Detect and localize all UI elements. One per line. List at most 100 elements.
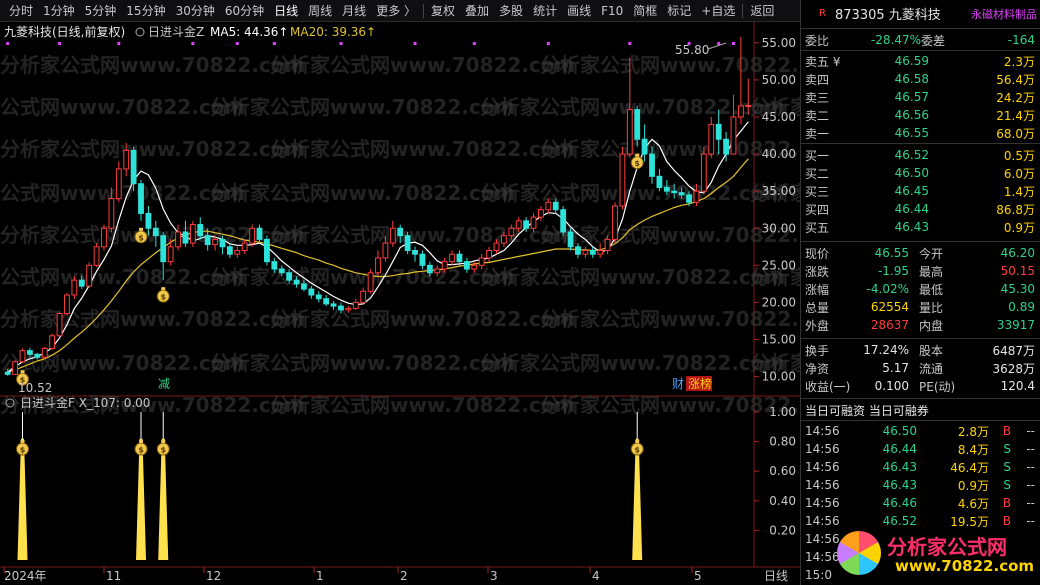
- x-tick-label: 2: [400, 569, 408, 583]
- toolbar-item-19[interactable]: 返回: [745, 2, 779, 19]
- bid-volume: 1.4万: [1003, 184, 1035, 199]
- candle-body: [323, 298, 330, 305]
- bid-label: 买四: [805, 202, 830, 217]
- x-tick-label: 1: [316, 569, 324, 583]
- bid-volume: 0.9万: [1003, 220, 1035, 235]
- high-marker: 55.80: [675, 43, 709, 57]
- watermark-text: 分析家公式网www.70822.com: [540, 393, 800, 417]
- margin-row: 当日可融资 当日可融券: [801, 401, 1040, 419]
- tick-side: S: [1003, 478, 1011, 492]
- toolbar-item-9[interactable]: 更多 〉: [371, 2, 421, 19]
- candle-body: [330, 303, 337, 307]
- candle-body: [656, 175, 663, 188]
- toolbar-item-0[interactable]: 分时: [4, 2, 38, 19]
- stat-label: 现价: [805, 246, 830, 261]
- ask-row: 卖三 46.57 24.2万: [801, 88, 1040, 106]
- candle-body: [730, 116, 737, 155]
- svg-text:$: $: [160, 293, 166, 302]
- candle-body: [123, 149, 130, 170]
- candle-body: [145, 212, 152, 229]
- tick-time: 14:56: [805, 442, 840, 456]
- panel-divider: [801, 143, 1040, 144]
- candle-body: [4, 371, 11, 375]
- toolbar-item-13[interactable]: 统计: [528, 2, 562, 19]
- x-tick-label: 3: [490, 569, 498, 583]
- signal-dot: [235, 42, 239, 45]
- candle-body: [352, 301, 359, 309]
- watermark-text: 分析家公式网www.70822.com: [270, 393, 575, 417]
- candle-body: [397, 227, 404, 237]
- fund-label: 换手: [805, 343, 830, 358]
- toolbar-item-15[interactable]: F10: [596, 4, 628, 18]
- toolbar-item-17[interactable]: 标记: [662, 2, 696, 19]
- candle-body: [78, 279, 85, 287]
- candle-body: [315, 294, 322, 300]
- toolbar-item-5[interactable]: 60分钟: [220, 2, 269, 19]
- toolbar-item-2[interactable]: 5分钟: [80, 2, 122, 19]
- tick-side: S: [1003, 442, 1011, 456]
- signal-dot: [117, 42, 121, 45]
- stat-label: 总量: [805, 300, 830, 315]
- candle-body: [693, 190, 700, 203]
- badge-zhangbang[interactable]: 涨榜: [688, 376, 712, 391]
- candle-body: [204, 235, 211, 246]
- candle-body: [338, 305, 344, 311]
- toolbar-item-3[interactable]: 15分钟: [121, 2, 170, 19]
- bid-row: 买三 46.45 1.4万: [801, 182, 1040, 200]
- indicator-name[interactable]: 日进斗金Z: [148, 24, 204, 39]
- toolbar-item-8[interactable]: 月线: [337, 2, 371, 19]
- toolbar-item-14[interactable]: 画线: [562, 2, 596, 19]
- toolbar-item-16[interactable]: 简框: [628, 2, 662, 19]
- watermark-text: 分析家公式网www.70822.com: [0, 95, 245, 119]
- stat-value: 62554: [870, 300, 909, 314]
- candle-body: [389, 227, 396, 244]
- signal-dot: [6, 42, 10, 45]
- candle-body: [434, 268, 441, 274]
- candle-body: [41, 347, 48, 358]
- stat-label: 量比: [919, 300, 944, 315]
- tick-row: 14:56 46.46 4.6万 B --: [801, 494, 1040, 512]
- candle-body: [234, 250, 241, 255]
- badge-cai[interactable]: 财: [672, 377, 684, 391]
- candle-body: [700, 153, 707, 192]
- toolbar-item-7[interactable]: 周线: [303, 2, 337, 19]
- ask-row: 卖四 46.58 56.4万: [801, 70, 1040, 88]
- toolbar-item-1[interactable]: 1分钟: [38, 2, 80, 19]
- signal-dot: [191, 42, 195, 45]
- candle-body: [71, 279, 78, 296]
- candle-body: [582, 250, 589, 255]
- candle-body: [449, 253, 455, 263]
- tick-row: 14:56 46.43 0.9万 S --: [801, 476, 1040, 494]
- sub-y-tick-label: 0.20: [769, 523, 796, 537]
- tick-time: 14:56: [805, 496, 840, 510]
- badge-jian[interactable]: 减: [158, 377, 170, 391]
- svg-text:$: $: [20, 446, 26, 455]
- x-tick-label: 4: [592, 569, 600, 583]
- x-tick-label: 日线: [764, 569, 788, 583]
- candle-body: [226, 246, 233, 255]
- bid-row: 买一 46.52 0.5万: [801, 146, 1040, 164]
- candle-body: [49, 335, 56, 349]
- fund-label: PE(动): [919, 379, 956, 394]
- candle-body: [34, 353, 41, 358]
- fund-label: 股本: [919, 343, 944, 358]
- weicha-value: -164: [1007, 33, 1035, 47]
- toolbar-item-18[interactable]: +自选: [696, 2, 740, 19]
- kline-chart[interactable]: 分析家公式网www.70822.com分析家公式网www.70822.com分析…: [0, 22, 1040, 585]
- toolbar-item-12[interactable]: 多股: [494, 2, 528, 19]
- toolbar-item-6[interactable]: 日线: [269, 2, 303, 19]
- ask-label: 卖四: [805, 72, 830, 87]
- candle-body: [93, 246, 100, 266]
- tick-row: 14:56 46.44 8.4万 S --: [801, 440, 1040, 458]
- weibi-value: -28.47%: [870, 33, 921, 47]
- toolbar-item-10[interactable]: 复权: [426, 2, 460, 19]
- toolbar-item-4[interactable]: 30分钟: [171, 2, 220, 19]
- candle-body: [101, 227, 107, 248]
- ask-price: 46.56: [894, 108, 929, 122]
- candle-body: [678, 192, 685, 196]
- settings-icon[interactable]: [135, 27, 145, 37]
- fund-value: 3628万: [992, 361, 1035, 376]
- toolbar-item-11[interactable]: 叠加: [460, 2, 494, 19]
- candle-body: [663, 186, 670, 192]
- stat-value: -4.02%: [866, 282, 909, 296]
